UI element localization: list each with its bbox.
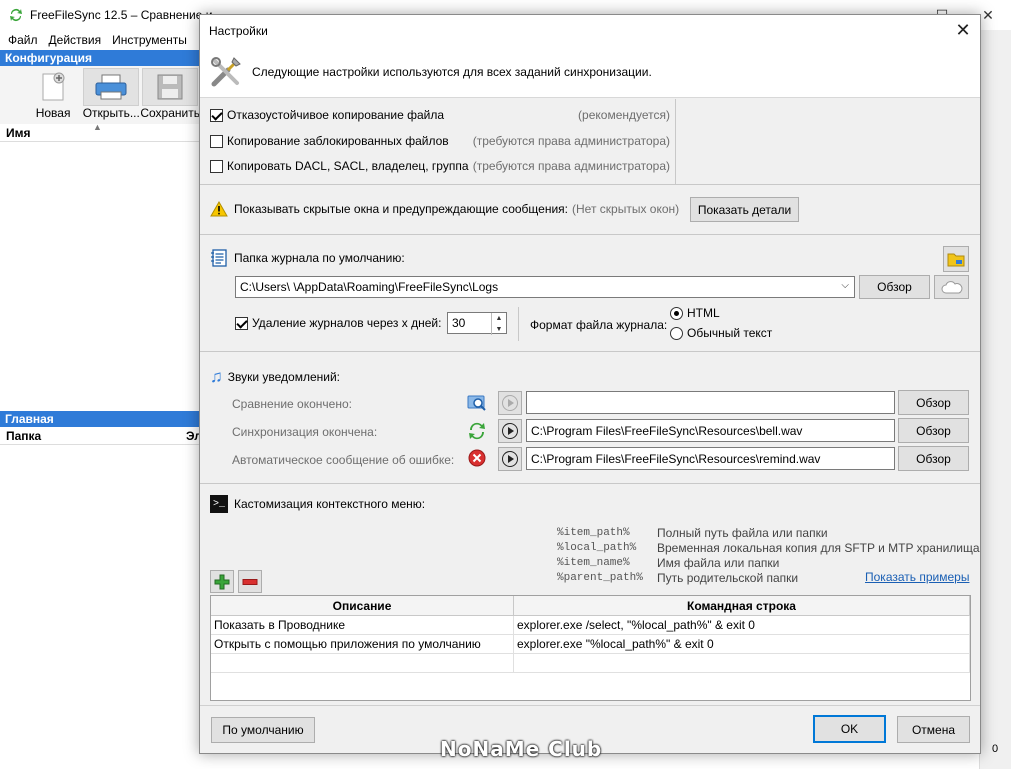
grid-header: Описание Командная строка xyxy=(211,596,970,616)
log-icon xyxy=(211,249,227,267)
watermark-text: NoNaMe Club xyxy=(440,737,603,761)
main-right-strip: 0 xyxy=(979,30,1011,769)
log-format-label: Формат файла журнала: xyxy=(530,318,668,332)
spin-up-icon[interactable]: ▲ xyxy=(492,313,506,324)
dialog-header-text: Следующие настройки используются для все… xyxy=(252,64,652,79)
dialog-title: Настройки xyxy=(209,23,268,38)
show-examples-link[interactable]: Показать примеры xyxy=(865,570,969,584)
compare-magnifier-icon xyxy=(467,395,486,411)
error-sound-input[interactable]: C:\Program Files\FreeFileSync\Resources\… xyxy=(526,447,895,470)
play-compare-sound-button[interactable] xyxy=(498,391,522,415)
copy-permissions-option[interactable]: Копировать DACL, SACL, владелец, группа … xyxy=(210,159,670,173)
dialog-header: Следующие настройки используются для все… xyxy=(200,46,980,98)
context-menu-row: >_ Кастомизация контекстного меню: xyxy=(210,495,425,513)
open-log-folder-button[interactable] xyxy=(943,246,969,272)
config-panel-header: Конфигурация xyxy=(0,50,200,66)
main-window-title: FreeFileSync 12.5 – Сравнение и xyxy=(30,8,213,22)
play-sync-sound-button[interactable] xyxy=(498,419,522,443)
compare-sound-input[interactable] xyxy=(526,391,895,414)
dialog-titlebar: Настройки ✕ xyxy=(200,15,980,46)
name-column-header[interactable]: Имя ▲ xyxy=(0,122,200,142)
grid-col-description[interactable]: Описание xyxy=(211,596,514,615)
log-section: Папка журнала по умолчанию: C:\Users\ \A… xyxy=(200,235,980,352)
menu-file[interactable]: Файл xyxy=(4,33,45,47)
printer-icon xyxy=(83,68,140,106)
remove-row-button[interactable] xyxy=(238,570,262,593)
log-path-input[interactable]: C:\Users\ \AppData\Roaming\FreeFileSync\… xyxy=(235,276,855,298)
ok-button[interactable]: OK xyxy=(813,715,886,743)
play-error-sound-button[interactable] xyxy=(498,447,522,471)
table-row[interactable]: Открыть с помощью приложения по умолчани… xyxy=(211,635,970,654)
sound-compare-label: Сравнение окончено: xyxy=(232,397,352,411)
grid-col-command[interactable]: Командная строка xyxy=(514,596,970,615)
main-panel: Главная Папка Эл xyxy=(0,411,202,445)
tools-icon xyxy=(211,56,241,86)
delete-logs-checkbox[interactable] xyxy=(235,316,248,330)
folder-column-header[interactable]: Папка Эл xyxy=(0,427,202,445)
delete-logs-row[interactable]: Удаление журналов через x дней: xyxy=(235,316,441,330)
freefilesync-icon xyxy=(10,9,22,22)
new-doc-icon xyxy=(25,68,82,106)
format-text-radio[interactable] xyxy=(670,326,683,340)
save-config-button[interactable]: Сохранить xyxy=(140,68,200,124)
log-browse-button[interactable]: Обзор xyxy=(859,275,930,299)
dropdown-chevron-icon[interactable]: ⌵ xyxy=(841,280,849,291)
warning-icon xyxy=(210,201,228,217)
spin-down-icon[interactable]: ▼ xyxy=(492,324,506,335)
config-toolbar: Новая Открыть... Сохранить xyxy=(0,66,200,124)
settings-dialog: Настройки ✕ Следующие настройки использу… xyxy=(199,14,981,754)
open-config-button[interactable]: Открыть... xyxy=(82,68,140,124)
menu-actions[interactable]: Действия xyxy=(45,33,109,47)
log-folder-row: Папка журнала по умолчанию: xyxy=(210,249,405,267)
cloud-browse-button[interactable] xyxy=(934,275,969,299)
defaults-button[interactable]: По умолчанию xyxy=(211,717,315,743)
table-row[interactable]: Показать в Проводнике explorer.exe /sele… xyxy=(211,616,970,635)
show-details-button[interactable]: Показать детали xyxy=(690,197,799,222)
main-panel-header: Главная xyxy=(0,411,200,427)
sync-sound-browse-button[interactable]: Обзор xyxy=(898,418,969,443)
menu-tools[interactable]: Инструменты xyxy=(108,33,194,47)
failsafe-copy-option[interactable]: Отказоустойчивое копирование файла (реко… xyxy=(210,108,670,122)
context-menu-grid: Описание Командная строка Показать в Про… xyxy=(210,595,971,701)
table-row-empty[interactable] xyxy=(211,654,970,673)
sound-error-label: Автоматическое сообщение об ошибке: xyxy=(232,453,455,467)
format-html-option[interactable]: HTML xyxy=(670,306,720,320)
locked-files-checkbox[interactable] xyxy=(210,134,223,148)
format-html-radio[interactable] xyxy=(670,306,683,320)
folder-icon xyxy=(947,253,965,267)
format-text-option[interactable]: Обычный текст xyxy=(670,326,772,340)
terminal-icon: >_ xyxy=(210,495,228,513)
cancel-button[interactable]: Отмена xyxy=(897,716,970,743)
compare-sound-browse-button[interactable]: Обзор xyxy=(898,390,969,415)
warnings-section: Показывать скрытые окна и предупреждающи… xyxy=(200,185,980,235)
sounds-row: ♫ Звуки уведомлений: xyxy=(210,367,341,386)
minus-icon xyxy=(242,578,258,585)
copy-permissions-checkbox[interactable] xyxy=(210,159,223,173)
floppy-icon xyxy=(142,68,199,106)
copy-options-section: Отказоустойчивое копирование файла (реко… xyxy=(200,99,980,185)
cloud-icon xyxy=(941,280,962,293)
dialog-close-icon[interactable]: ✕ xyxy=(946,15,980,46)
error-sound-browse-button[interactable]: Обзор xyxy=(898,446,969,471)
music-note-icon: ♫ xyxy=(210,367,223,386)
locked-files-option[interactable]: Копирование заблокированных файлов (треб… xyxy=(210,134,670,148)
warnings-row: Показывать скрытые окна и предупреждающи… xyxy=(210,201,679,217)
sounds-section: ♫ Звуки уведомлений: Сравнение окончено:… xyxy=(200,352,980,484)
failsafe-copy-checkbox[interactable] xyxy=(210,108,223,122)
plus-icon xyxy=(214,574,230,589)
log-days-input[interactable]: 30 ▲ ▼ xyxy=(447,312,507,335)
sort-up-icon: ▲ xyxy=(93,122,102,132)
sync-arrows-icon xyxy=(469,422,485,440)
new-config-button[interactable]: Новая xyxy=(24,68,82,124)
days-spinner[interactable]: ▲ ▼ xyxy=(491,313,506,335)
sync-sound-input[interactable]: C:\Program Files\FreeFileSync\Resources\… xyxy=(526,419,895,442)
sound-sync-label: Синхронизация окончена: xyxy=(232,425,378,439)
error-icon xyxy=(468,449,486,467)
add-row-button[interactable] xyxy=(210,570,234,593)
